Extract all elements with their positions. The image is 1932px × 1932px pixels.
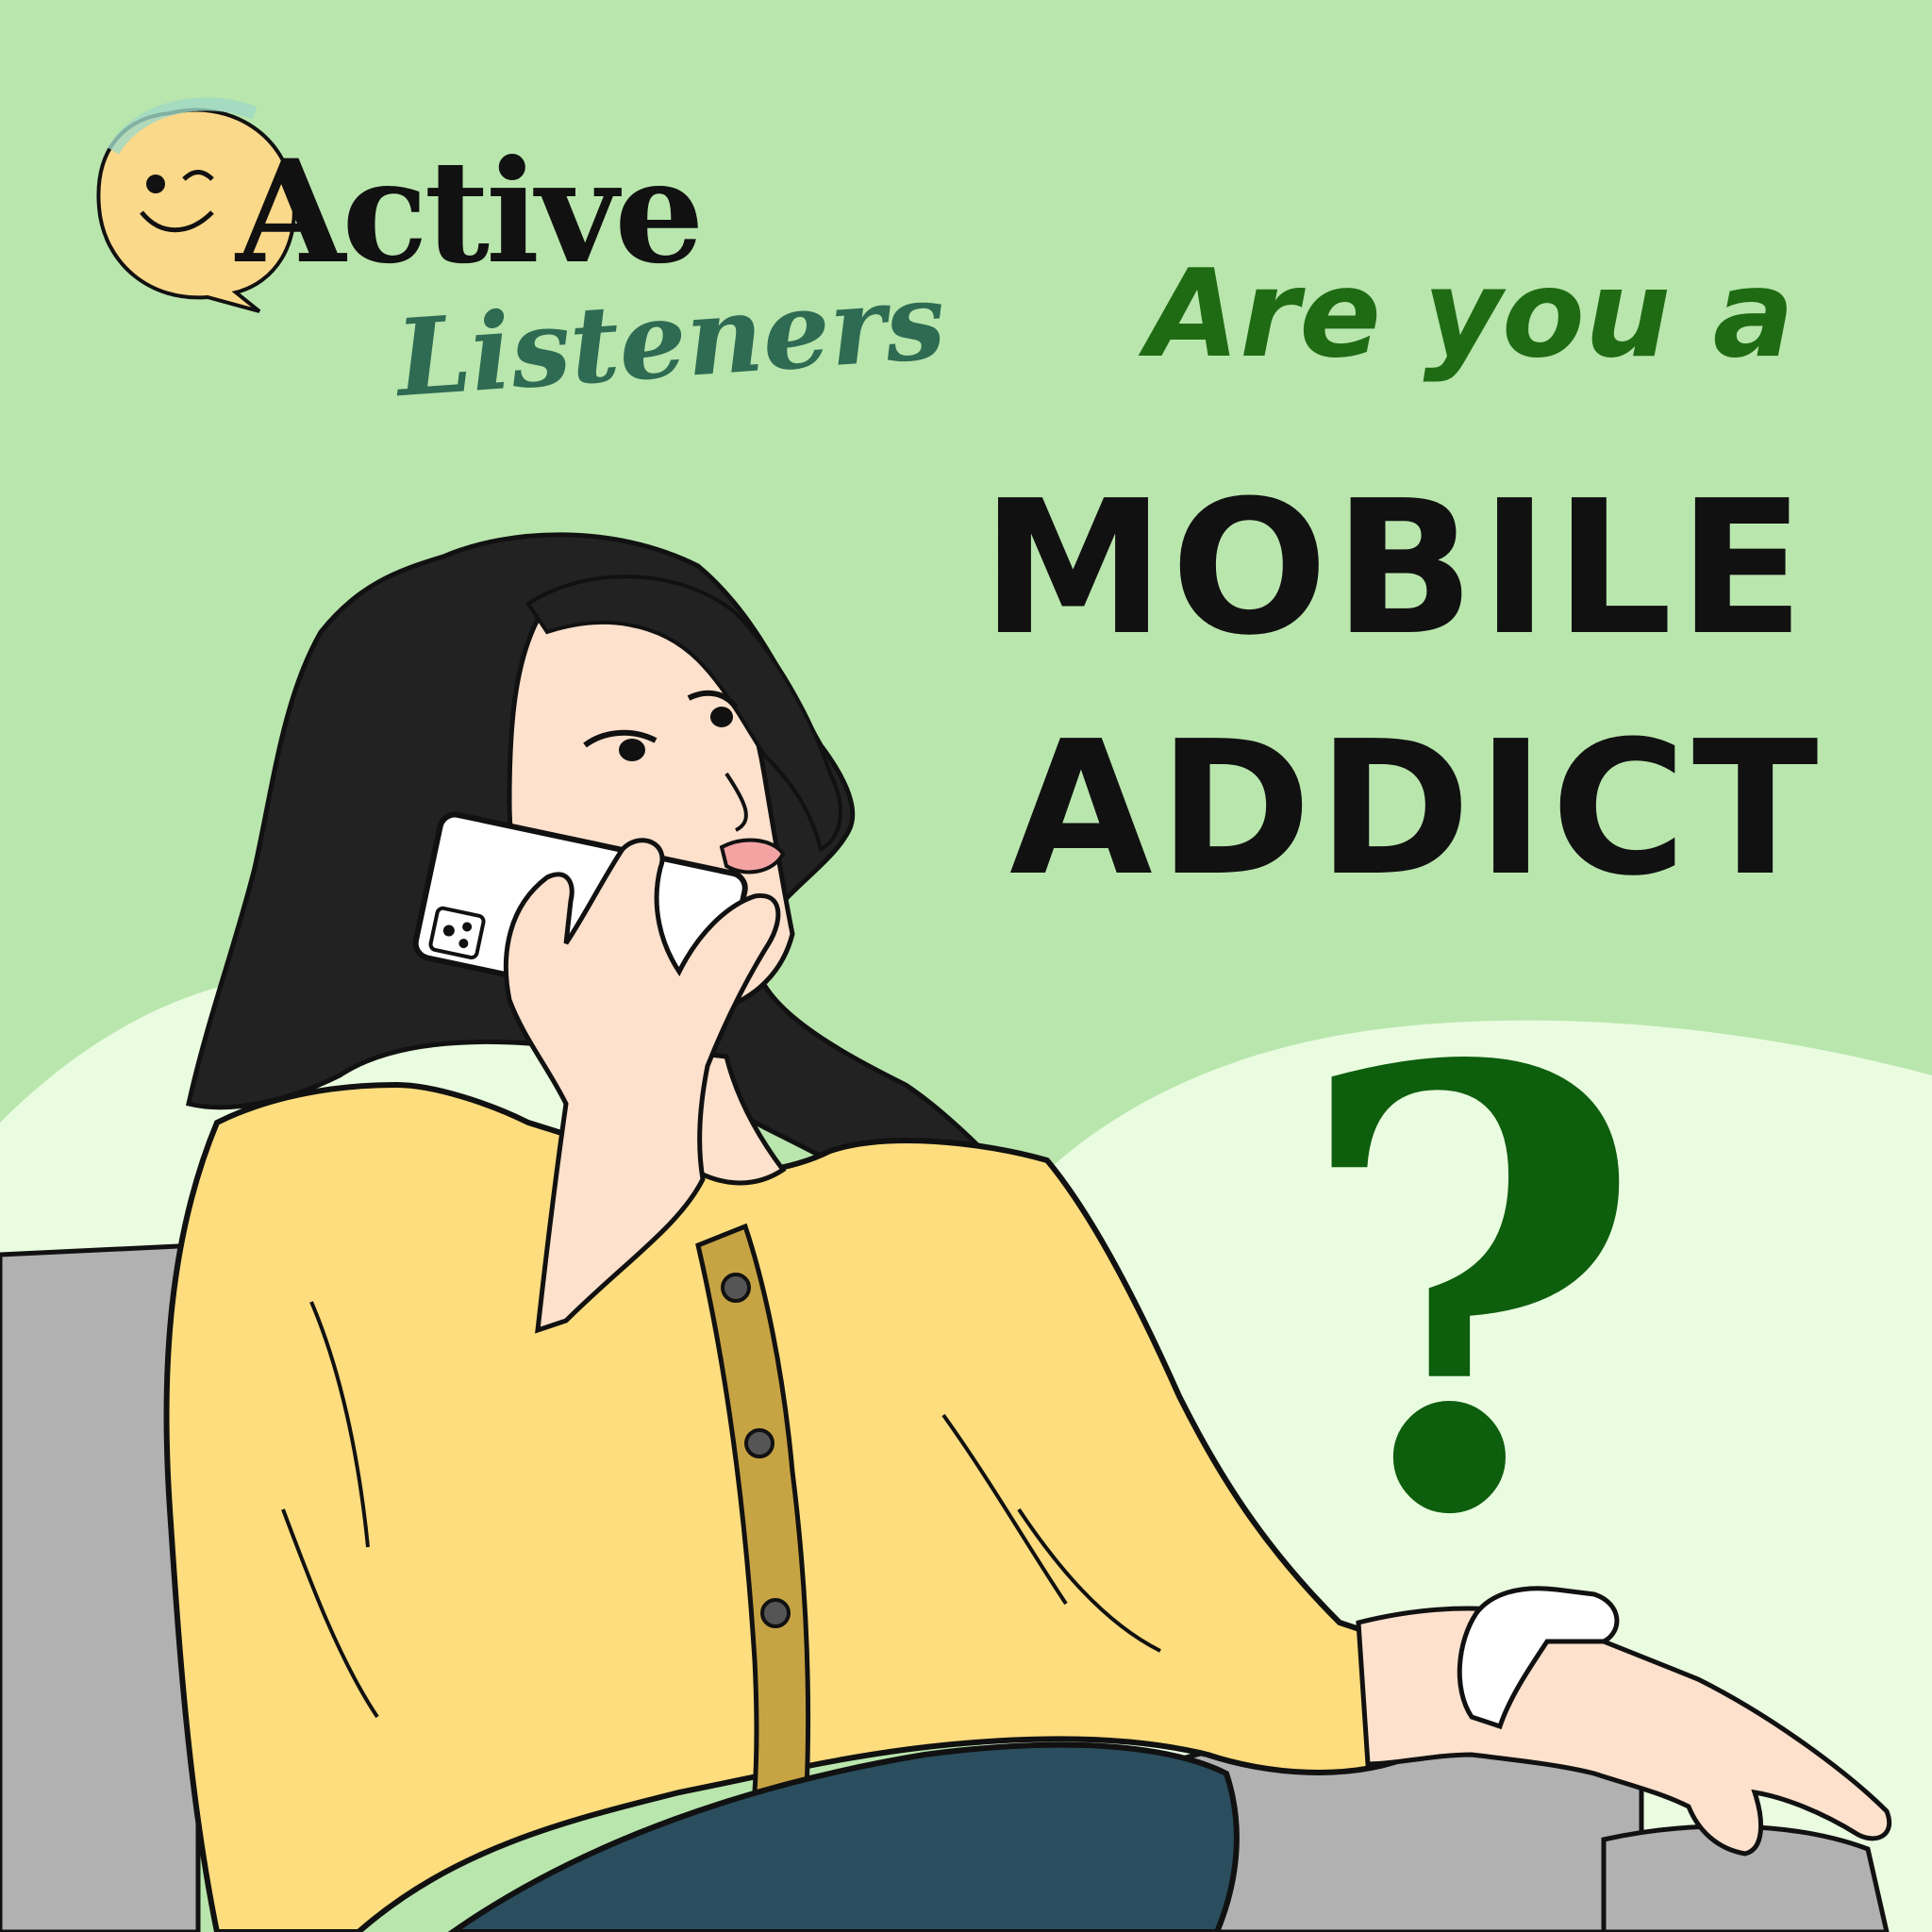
poster: Active Listeners Are you a MOBILE ADDICT… bbox=[0, 0, 1932, 1932]
eye-right bbox=[710, 707, 733, 727]
headline-line2: MOBILE bbox=[981, 461, 1810, 676]
headline-line1: Are you a bbox=[1146, 244, 1794, 385]
eye-left bbox=[619, 739, 645, 761]
shirt-button bbox=[744, 1428, 774, 1458]
shirt-button bbox=[721, 1273, 751, 1303]
brand-name-active: Active bbox=[236, 129, 705, 295]
headline-line3: ADDICT bbox=[1009, 702, 1824, 917]
shirt-button bbox=[760, 1598, 791, 1628]
question-mark: ? bbox=[1292, 938, 1646, 1647]
